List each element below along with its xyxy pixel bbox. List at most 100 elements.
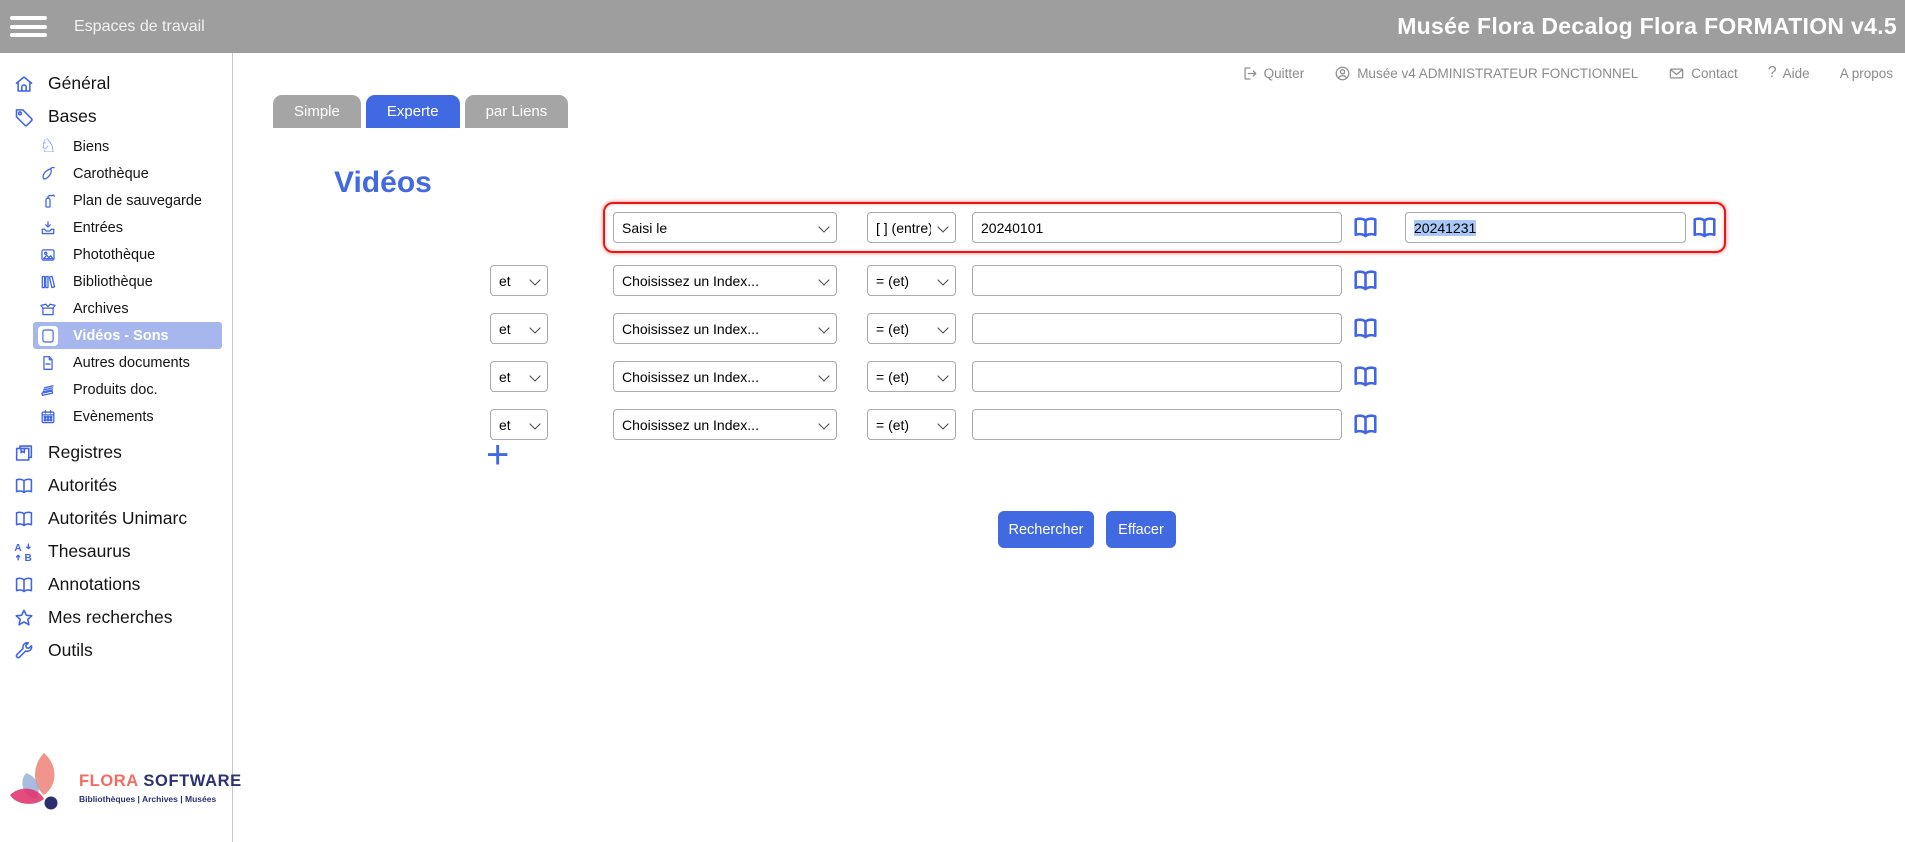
quit-link[interactable]: Quitter <box>1241 65 1305 82</box>
row2-operator-select[interactable]: = (et) <box>867 265 956 296</box>
sidebar-item-phototheque[interactable]: Photothèque <box>33 241 222 268</box>
sidebar-item-archives[interactable]: Archives <box>33 295 222 322</box>
row4-index-select[interactable]: Choisissez un Index... <box>613 361 837 392</box>
logo-wordmark: FLORA SOFTWARE <box>79 772 242 791</box>
sidebar-item-label: Evènements <box>73 409 154 425</box>
sidebar-item-label: Bases <box>48 106 97 127</box>
sidebar-item-mes-recherches[interactable]: Mes recherches <box>0 601 232 634</box>
sidebar-item-annotations[interactable]: Annotations <box>0 568 232 601</box>
fire-extinguisher-icon <box>38 191 58 211</box>
search-button[interactable]: Rechercher <box>998 511 1094 548</box>
open-book-lookup-icon[interactable] <box>1351 362 1380 391</box>
open-book-lookup-icon[interactable] <box>1351 213 1380 242</box>
row1-index-select-wrap: Saisi le <box>613 212 837 243</box>
sidebar-item-label: Carothèque <box>73 166 149 182</box>
row4-bool-select[interactable]: et <box>490 361 548 392</box>
sidebar-item-carotheque[interactable]: Carothèque <box>33 160 222 187</box>
sidebar-item-plan-de-sauvegarde[interactable]: Plan de sauvegarde <box>33 187 222 214</box>
inbox-arrow-icon <box>38 218 58 238</box>
sidebar-item-registres[interactable]: Registres <box>0 436 232 469</box>
open-book-lookup-icon[interactable] <box>1351 314 1380 343</box>
sidebar-item-autorites[interactable]: Autorités <box>0 469 232 502</box>
sidebar-item-label: Bibliothèque <box>73 274 153 290</box>
row3-index-select-wrap: Choisissez un Index... <box>613 313 837 344</box>
row2-value-input[interactable] <box>972 265 1342 296</box>
workspace-label[interactable]: Espaces de travail <box>74 18 205 36</box>
main-content: Quitter Musée v4 ADMINISTRATEUR FONCTION… <box>234 53 1905 842</box>
row4-value-input[interactable] <box>972 361 1342 392</box>
row5-value-input[interactable] <box>972 409 1342 440</box>
open-book-lookup-icon[interactable] <box>1351 266 1380 295</box>
contact-link[interactable]: Contact <box>1668 65 1738 82</box>
sidebar-item-autorites-unimarc[interactable]: Autorités Unimarc <box>0 502 232 535</box>
row5-operator-select[interactable]: = (et) <box>867 409 956 440</box>
sidebar-item-thesaurus[interactable]: Thesaurus <box>0 535 232 568</box>
tab-simple[interactable]: Simple <box>273 95 361 128</box>
sidebar-item-bibliotheque[interactable]: Bibliothèque <box>33 268 222 295</box>
row1-operator-select[interactable]: [ ] (entre) <box>867 212 956 243</box>
row4-operator-select-wrap: = (et) <box>867 361 956 392</box>
wrench-icon <box>12 639 36 663</box>
sidebar-item-label: Annotations <box>48 574 140 595</box>
sidebar-item-label: Entrées <box>73 220 123 236</box>
row3-index-select[interactable]: Choisissez un Index... <box>613 313 837 344</box>
question-mark-icon: ? <box>1768 64 1777 82</box>
row1-value1-input[interactable] <box>972 212 1342 243</box>
row5-operator-select-wrap: = (et) <box>867 409 956 440</box>
search-mode-tabs: Simple Experte par Liens <box>273 95 568 128</box>
sidebar-item-general[interactable]: Général <box>0 67 232 100</box>
registers-icon <box>12 441 36 465</box>
sidebar-item-produits-doc[interactable]: Produits doc. <box>33 376 222 403</box>
row2-bool-select-wrap: et <box>490 265 548 296</box>
row3-operator-select[interactable]: = (et) <box>867 313 956 344</box>
current-user[interactable]: Musée v4 ADMINISTRATEUR FONCTIONNEL <box>1334 65 1638 82</box>
app-title: Musée Flora Decalog Flora FORMATION v4.5 <box>1397 0 1897 53</box>
document-icon <box>38 353 58 373</box>
row1-operator-select-wrap: [ ] (entre) <box>867 212 956 243</box>
hamburger-menu-icon[interactable] <box>10 12 47 42</box>
sidebar-item-entrees[interactable]: Entrées <box>33 214 222 241</box>
help-link[interactable]: ? Aide <box>1768 64 1810 82</box>
sidebar-item-label: Autres documents <box>73 355 190 371</box>
sidebar-item-outils[interactable]: Outils <box>0 634 232 667</box>
open-book-icon <box>12 573 36 597</box>
open-book-lookup-icon[interactable] <box>1351 410 1380 439</box>
row1-value2-input[interactable]: 20241231 <box>1405 212 1686 243</box>
sidebar-item-label: Général <box>48 73 110 94</box>
tab-experte[interactable]: Experte <box>366 95 460 128</box>
sidebar-item-bases[interactable]: Bases <box>0 100 232 133</box>
archive-box-icon <box>38 299 58 319</box>
sidebar-item-label: Thesaurus <box>48 541 131 562</box>
home-icon <box>12 72 36 96</box>
row3-value-input[interactable] <box>972 313 1342 344</box>
calendar-icon <box>38 407 58 427</box>
sidebar-item-biens[interactable]: ♘ Biens <box>33 133 222 160</box>
core-sample-icon <box>38 164 58 184</box>
about-link[interactable]: A propos <box>1840 66 1893 81</box>
row5-index-select[interactable]: Choisissez un Index... <box>613 409 837 440</box>
sidebar-item-label: Autorités <box>48 475 117 496</box>
paper-stack-icon <box>38 380 58 400</box>
user-toolbar: Quitter Musée v4 ADMINISTRATEUR FONCTION… <box>1241 64 1893 82</box>
sidebar-item-label: Biens <box>73 139 109 155</box>
row2-index-select[interactable]: Choisissez un Index... <box>613 265 837 296</box>
row3-bool-select[interactable]: et <box>490 313 548 344</box>
sidebar-item-videos-sons[interactable]: Vidéos - Sons <box>33 322 222 349</box>
sidebar: Général Bases ♘ Biens Carothèque Plan de… <box>0 53 233 842</box>
row4-operator-select[interactable]: = (et) <box>867 361 956 392</box>
clear-button[interactable]: Effacer <box>1106 511 1176 548</box>
selected-text: 20241231 <box>1414 220 1476 236</box>
sidebar-item-label: Vidéos - Sons <box>73 328 169 344</box>
top-bar: Espaces de travail Musée Flora Decalog F… <box>0 0 1905 53</box>
row2-index-select-wrap: Choisissez un Index... <box>613 265 837 296</box>
open-book-lookup-icon[interactable] <box>1690 213 1719 242</box>
chess-knight-icon: ♘ <box>38 137 58 157</box>
row1-index-select[interactable]: Saisi le <box>613 212 837 243</box>
tab-par-liens[interactable]: par Liens <box>465 95 569 128</box>
add-criteria-button[interactable]: + <box>486 435 509 475</box>
row2-bool-select[interactable]: et <box>490 265 548 296</box>
sidebar-item-evenements[interactable]: Evènements <box>33 403 222 430</box>
books-icon <box>38 272 58 292</box>
thesaurus-icon <box>12 540 36 564</box>
sidebar-item-autres-documents[interactable]: Autres documents <box>33 349 222 376</box>
